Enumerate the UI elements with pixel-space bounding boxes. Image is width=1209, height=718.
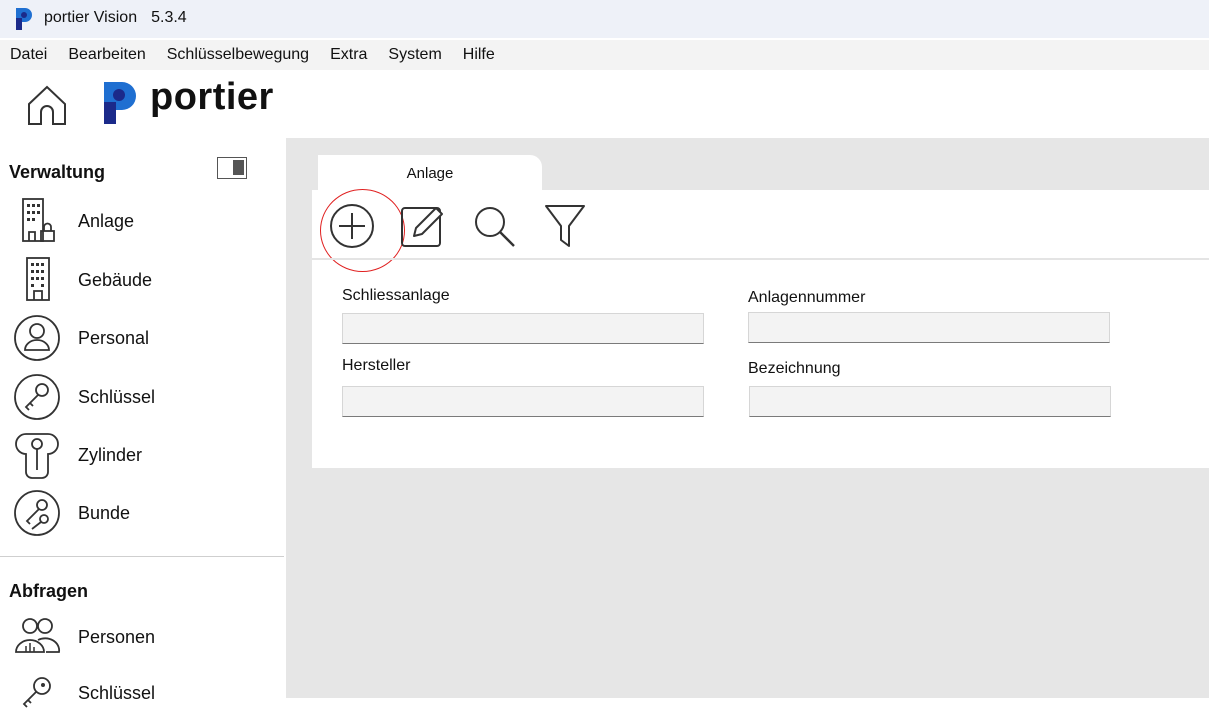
menu-hilfe[interactable]: Hilfe [452, 46, 505, 64]
sidebar: Verwaltung Anlage Gebäude Personal Schlü… [0, 138, 286, 708]
toolbar-separator [312, 258, 1209, 260]
menu-schluesselbewegung[interactable]: Schlüsselbewegung [156, 46, 319, 64]
sidebar-item-schluessel[interactable]: Schlüssel [10, 372, 280, 422]
window-title: portier Vision 5.3.4 [44, 9, 187, 27]
sidebar-item-label: Gebäude [78, 269, 153, 290]
app-header: portier [0, 70, 1209, 138]
sidebar-item-schluessel-abfrage[interactable]: Schlüssel [10, 668, 280, 718]
brand-name: portier [150, 76, 274, 118]
hersteller-label: Hersteller [342, 357, 411, 374]
menu-extra[interactable]: Extra [319, 46, 377, 64]
home-icon[interactable] [24, 82, 70, 128]
toolbar [312, 189, 1209, 272]
people-icon [15, 618, 61, 653]
sidebar-item-personal[interactable]: Personal [10, 313, 280, 363]
sidebar-item-anlage[interactable]: Anlage [10, 196, 280, 246]
bezeichnung-label: Bezeichnung [748, 360, 841, 377]
menu-system[interactable]: System [377, 46, 451, 64]
key-icon [14, 374, 60, 420]
sidebar-item-label: Personen [78, 626, 156, 647]
anlagennummer-field[interactable] [748, 312, 1110, 343]
sidebar-item-label: Bunde [78, 502, 131, 523]
cylinder-icon [15, 433, 59, 479]
filter-button[interactable] [540, 200, 592, 252]
building-lock-icon [22, 198, 55, 242]
sidebar-toggle-icon[interactable] [217, 157, 247, 179]
sidebar-item-bunde[interactable]: Bunde [10, 488, 280, 538]
brand-logo-icon [104, 82, 136, 124]
menu-datei[interactable]: Datei [0, 46, 57, 64]
search-icon [475, 207, 515, 247]
edit-button[interactable] [396, 200, 448, 252]
sidebar-item-label: Schlüssel [78, 386, 156, 407]
app-version: 5.3.4 [151, 9, 187, 26]
section-title-verwaltung: Verwaltung [9, 162, 106, 182]
sidebar-item-personen[interactable]: Personen [10, 612, 280, 662]
tab-anlage[interactable]: Anlage [318, 155, 542, 191]
anlagennummer-label: Anlagennummer [748, 289, 866, 306]
schliessanlage-field[interactable] [342, 313, 704, 344]
bezeichnung-field[interactable] [749, 386, 1111, 417]
sidebar-item-label: Personal [78, 327, 150, 348]
app-logo-icon [16, 8, 32, 30]
sidebar-item-label: Zylinder [78, 444, 143, 465]
sidebar-item-label: Schlüssel [78, 682, 156, 703]
menu-bearbeiten[interactable]: Bearbeiten [57, 46, 155, 64]
sidebar-item-zylinder[interactable]: Zylinder [10, 430, 280, 480]
schliessanlage-label: Schliessanlage [342, 287, 450, 304]
sidebar-item-gebaeude[interactable]: Gebäude [10, 255, 280, 305]
building-icon [26, 257, 50, 301]
search-button[interactable] [468, 200, 520, 252]
add-icon [330, 204, 374, 248]
edit-icon [401, 207, 443, 247]
person-icon [14, 315, 60, 361]
key-icon [22, 677, 51, 708]
section-title-abfragen: Abfragen [9, 581, 89, 601]
hersteller-field[interactable] [342, 386, 704, 417]
menu-bar: Datei Bearbeiten Schlüsselbewegung Extra… [0, 40, 1209, 70]
key-bunch-icon [14, 490, 60, 536]
app-name: portier Vision [44, 9, 138, 26]
title-bar: portier Vision 5.3.4 [0, 0, 1209, 38]
form-panel: Schliessanlage Anlagennummer Hersteller … [312, 189, 1209, 468]
sidebar-item-label: Anlage [78, 210, 135, 231]
main-area: Anlage Schliessanlage Anlagennummer Hers… [286, 138, 1209, 698]
filter-icon [545, 205, 585, 247]
add-button[interactable] [320, 189, 405, 272]
sidebar-divider [0, 556, 284, 557]
